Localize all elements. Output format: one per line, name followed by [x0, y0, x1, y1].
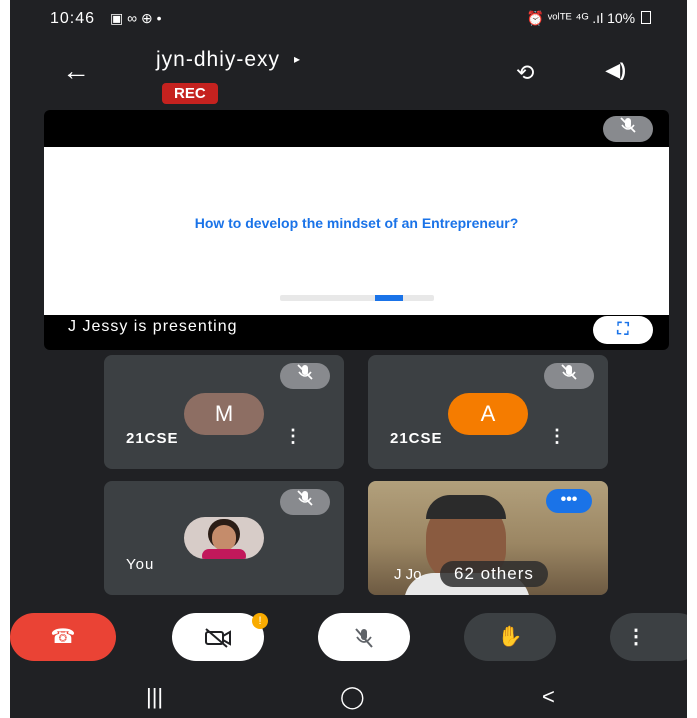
avatar: M	[184, 393, 264, 435]
raise-hand-button[interactable]: ✋	[464, 613, 556, 661]
end-call-icon: ☎	[50, 626, 76, 648]
mic-off-icon	[603, 116, 653, 142]
back-arrow-icon[interactable]: ←	[62, 57, 90, 85]
meeting-code[interactable]: jyn-dhiy-exy ▸	[156, 48, 301, 72]
back-icon[interactable]: <	[542, 684, 555, 710]
more-vert-icon: ⋮	[626, 626, 646, 648]
avatar	[184, 517, 264, 559]
avatar-face	[212, 525, 236, 551]
more-options-button[interactable]: ⋮	[610, 613, 687, 661]
mic-off-icon	[544, 363, 594, 389]
mic-off-glyph	[297, 364, 313, 380]
battery-icon	[641, 11, 651, 24]
more-vert-icon[interactable]: ⋮	[284, 426, 302, 447]
home-icon[interactable]: ◯	[340, 684, 365, 710]
participant-name: You	[126, 556, 155, 573]
more-vert-icon[interactable]: ⋮	[548, 426, 566, 447]
camera-off-icon	[205, 627, 231, 648]
recents-icon[interactable]: |||	[146, 684, 163, 710]
presentation-tile[interactable]: How to develop the mindset of an Entrepr…	[44, 110, 669, 350]
avatar: A	[448, 393, 528, 435]
participant-tile-a[interactable]: A 21CSE ⋮	[368, 355, 608, 469]
battery-percent: 10%	[607, 10, 636, 26]
notification-icons: ▣ ∞ ⊕ •	[110, 10, 162, 26]
phone-screen: 10:46 ▣ ∞ ⊕ • ⏰ ᵛᵒˡᵀᴱ ⁴ᴳ .ıl 10% ← jyn-d…	[10, 0, 687, 718]
slide-title: How to develop the mindset of an Entrepr…	[194, 215, 519, 231]
chevron-right-icon: ▸	[294, 52, 302, 66]
speaker-icon[interactable]: ◀)	[606, 60, 626, 81]
participant-tile-m[interactable]: M 21CSE ⋮	[104, 355, 344, 469]
fullscreen-icon: ⛶	[617, 321, 629, 338]
meeting-code-text: jyn-dhiy-exy	[156, 48, 281, 71]
slide-progress-fill	[375, 295, 403, 301]
presenter-label: J Jessy is presenting	[68, 318, 238, 335]
participant-name: 21CSE	[126, 430, 179, 447]
person-hair	[426, 495, 506, 519]
hand-icon: ✋	[497, 626, 523, 648]
fullscreen-button[interactable]: ⛶	[593, 316, 653, 344]
others-count[interactable]: 62 others	[440, 561, 548, 587]
camera-toggle-button[interactable]: !	[172, 613, 268, 661]
system-nav-bar: ||| ◯ <	[10, 680, 687, 718]
mic-off-icon	[280, 363, 330, 389]
mic-off-icon	[355, 628, 373, 648]
status-bar: 10:46 ▣ ∞ ⊕ • ⏰ ᵛᵒˡᵀᴱ ⁴ᴳ .ıl 10%	[10, 0, 687, 40]
status-time: 10:46	[50, 10, 96, 27]
mic-toggle-button[interactable]	[318, 613, 410, 661]
camera-notification-badge: !	[252, 613, 268, 629]
end-call-button[interactable]: ☎	[10, 613, 116, 661]
status-right: ⏰ ᵛᵒˡᵀᴱ ⁴ᴳ .ıl 10%	[526, 10, 651, 27]
self-tile[interactable]: You	[104, 481, 344, 595]
signal-icons: ⏰ ᵛᵒˡᵀᴱ ⁴ᴳ .ıl	[526, 10, 604, 26]
video-tile[interactable]: ••• J Jo 62 others	[368, 481, 608, 595]
recording-badge: REC	[162, 83, 218, 104]
mic-off-glyph	[561, 364, 577, 380]
speaking-indicator-icon: •••	[546, 489, 592, 513]
participant-name-partial: J Jo	[394, 566, 422, 583]
switch-camera-icon[interactable]: ⟲	[516, 60, 534, 86]
slide-progress	[280, 295, 434, 301]
participant-name: 21CSE	[390, 430, 443, 447]
mic-off-glyph	[620, 117, 636, 133]
shared-slide: How to develop the mindset of an Entrepr…	[44, 147, 669, 315]
avatar-clothes	[202, 549, 246, 559]
mic-off-glyph	[297, 490, 313, 506]
mic-off-icon	[280, 489, 330, 515]
